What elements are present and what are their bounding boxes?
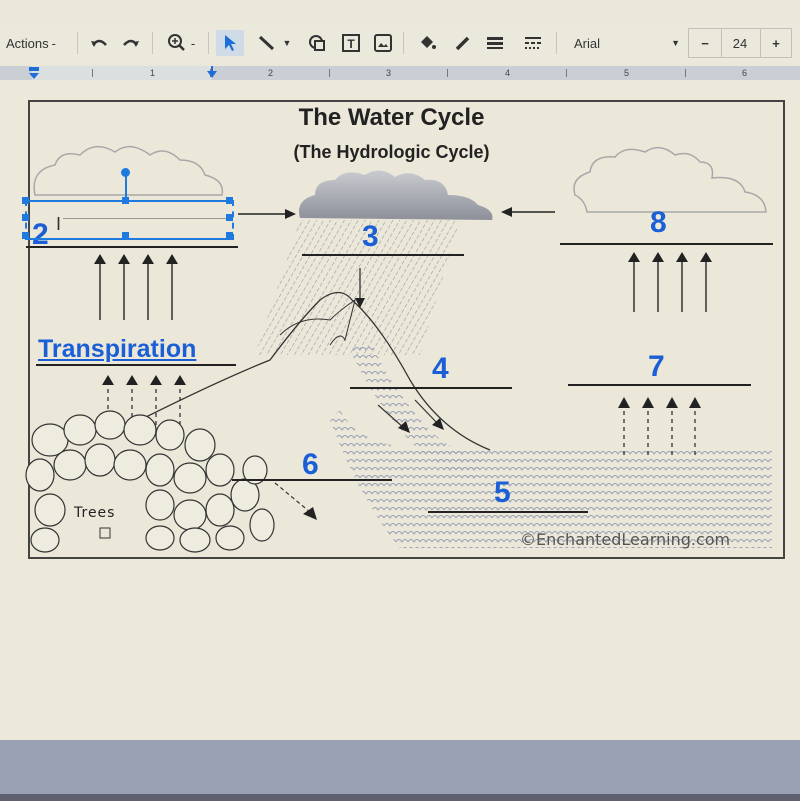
- resize-handle[interactable]: [22, 197, 29, 204]
- arrow-left-icon: [501, 207, 512, 217]
- diagram-subtitle: (The Hydrologic Cycle): [293, 142, 490, 162]
- resize-handle[interactable]: [226, 214, 233, 221]
- rain-cloud-icon: [299, 170, 493, 220]
- resize-handle[interactable]: [22, 232, 29, 239]
- arrow-diagonal-icon: [303, 507, 317, 520]
- screen-edge: [0, 794, 800, 801]
- label-8[interactable]: 8: [650, 208, 667, 238]
- arrow-right-icon: [285, 209, 296, 219]
- answer-line-3: [302, 254, 464, 256]
- answer-line-8: [560, 243, 773, 245]
- text-cursor-icon: I: [56, 214, 62, 234]
- answer-line-4: [350, 387, 512, 389]
- resize-handle[interactable]: [122, 232, 129, 239]
- evaporation-arrows-ocean: [623, 408, 696, 455]
- label-7[interactable]: 7: [648, 352, 665, 382]
- rain-area: [255, 220, 460, 355]
- rotate-handle[interactable]: [121, 168, 130, 177]
- resize-handle[interactable]: [226, 232, 233, 239]
- resize-handle[interactable]: [22, 214, 29, 221]
- evaporation-arrows-left: [99, 262, 173, 320]
- answer-line-2: [26, 246, 238, 248]
- transpiration-label[interactable]: Transpiration: [38, 335, 196, 364]
- copyright-text: ©EnchantedLearning.com: [520, 530, 731, 549]
- resize-handle[interactable]: [122, 197, 129, 204]
- diagram-title: The Water Cycle: [298, 104, 485, 131]
- label-6[interactable]: 6: [302, 450, 319, 480]
- label-4[interactable]: 4: [432, 354, 449, 384]
- label-5[interactable]: 5: [494, 478, 511, 508]
- evaporation-arrows-right: [633, 262, 707, 312]
- label-3[interactable]: 3: [362, 222, 379, 252]
- trees-label: Trees: [74, 505, 116, 521]
- answer-line-7: [568, 384, 751, 386]
- trees-illustration: [25, 410, 275, 553]
- answer-line-transpiration: [36, 364, 236, 366]
- water-body: [330, 410, 772, 548]
- bottom-panel: [0, 740, 800, 794]
- resize-handle[interactable]: [226, 197, 233, 204]
- answer-line-5: [428, 511, 588, 513]
